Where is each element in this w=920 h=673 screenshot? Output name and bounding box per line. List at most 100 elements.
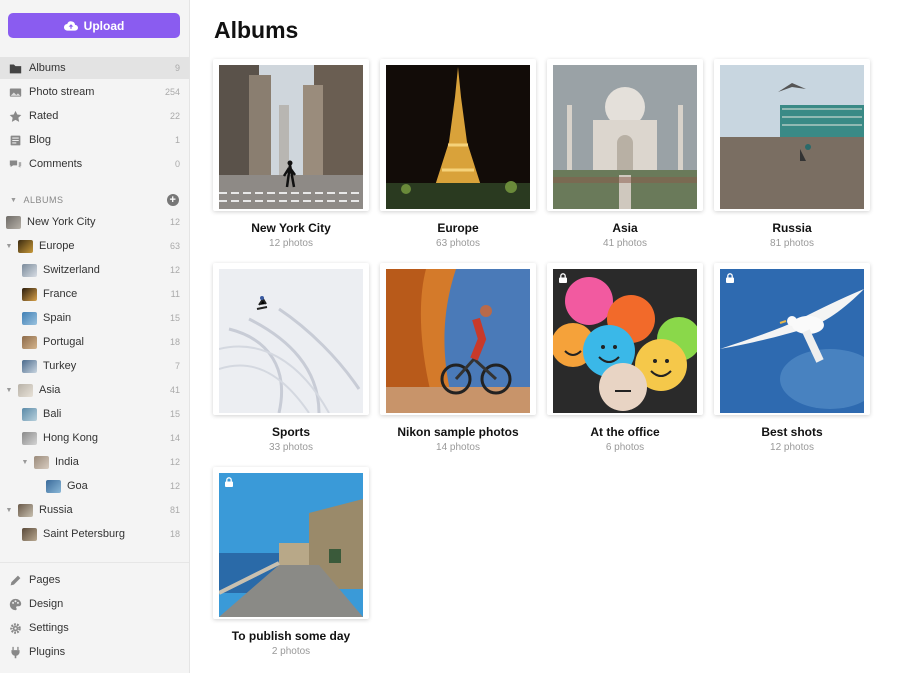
tree-item-goa[interactable]: Goa 12 xyxy=(0,475,189,497)
nav-item-photo-stream[interactable]: Photo stream 254 xyxy=(0,81,189,103)
album-photo-count: 63 photos xyxy=(436,238,480,249)
coastal-fortress-photo xyxy=(219,473,363,617)
albums-section-header[interactable]: ▼ ALBUMS + xyxy=(0,192,189,208)
album-name[interactable]: To publish some day xyxy=(213,629,369,643)
tree-count: 14 xyxy=(169,433,180,443)
upload-button[interactable]: Upload xyxy=(8,13,180,38)
album-name[interactable]: Sports xyxy=(213,425,369,439)
nav-item-settings[interactable]: Settings xyxy=(0,617,189,639)
album-cover[interactable] xyxy=(213,467,369,619)
tree-count: 12 xyxy=(169,481,180,491)
palette-icon xyxy=(8,597,22,611)
album-name[interactable]: Asia xyxy=(547,221,703,235)
smiley-balls-photo xyxy=(553,269,697,413)
gear-icon xyxy=(8,621,22,635)
nav-item-plugins[interactable]: Plugins xyxy=(0,641,189,663)
album-card-sports[interactable]: Sports 33 photos xyxy=(213,263,369,453)
album-cover[interactable] xyxy=(547,263,703,415)
tree-label: Portugal xyxy=(43,336,84,348)
album-cover[interactable] xyxy=(213,263,369,415)
eiffel-tower-photo xyxy=(386,65,530,209)
tree-count: 12 xyxy=(169,457,180,467)
tree-label: India xyxy=(55,456,79,468)
album-name[interactable]: New York City xyxy=(213,221,369,235)
album-cover[interactable] xyxy=(213,59,369,211)
album-thumbnail xyxy=(22,287,37,301)
album-thumbnail xyxy=(6,215,21,229)
nav-item-rated[interactable]: Rated 22 xyxy=(0,105,189,127)
album-thumbnail xyxy=(22,431,37,445)
caret-down-icon[interactable]: ▼ xyxy=(4,507,14,514)
new-york-street-photo xyxy=(219,65,363,209)
caret-down-icon[interactable]: ▼ xyxy=(4,243,14,250)
tree-item-asia[interactable]: ▼ Asia 41 xyxy=(0,379,189,401)
album-card-to-publish-some-day[interactable]: To publish some day 2 photos xyxy=(213,467,369,657)
tree-item-spain[interactable]: Spain 15 xyxy=(0,307,189,329)
tree-label: Spain xyxy=(43,312,72,324)
caret-down-icon: ▼ xyxy=(10,196,18,204)
lock-icon xyxy=(559,273,567,283)
upload-label: Upload xyxy=(83,18,125,33)
tree-item-new-york-city[interactable]: New York City 12 xyxy=(0,211,189,233)
album-card-russia[interactable]: Russia 81 photos xyxy=(714,59,870,249)
album-name[interactable]: At the office xyxy=(547,425,703,439)
mountain-biker-photo xyxy=(386,269,530,413)
tree-item-hong-kong[interactable]: Hong Kong 14 xyxy=(0,427,189,449)
album-cover[interactable] xyxy=(380,59,536,211)
tree-item-portugal[interactable]: Portugal 18 xyxy=(0,331,189,353)
nav-item-design[interactable]: Design xyxy=(0,593,189,615)
tree-item-india[interactable]: ▼ India 12 xyxy=(0,451,189,473)
tree-label: Bali xyxy=(43,408,62,420)
caret-down-icon[interactable]: ▼ xyxy=(4,387,14,394)
album-cover[interactable] xyxy=(547,59,703,211)
add-album-icon[interactable]: + xyxy=(167,194,179,206)
tree-count: 18 xyxy=(169,337,180,347)
album-cover[interactable] xyxy=(714,263,870,415)
album-card-at-the-office[interactable]: At the office 6 photos xyxy=(547,263,703,453)
album-name[interactable]: Russia xyxy=(714,221,870,235)
album-thumbnail xyxy=(46,479,61,493)
album-card-asia[interactable]: Asia 41 photos xyxy=(547,59,703,249)
album-name[interactable]: Nikon sample photos xyxy=(380,425,536,439)
tree-label: Russia xyxy=(39,504,73,516)
caret-down-icon[interactable]: ▼ xyxy=(20,459,30,466)
album-cover[interactable] xyxy=(380,263,536,415)
nav-label: Comments xyxy=(29,158,83,170)
sidebar-divider xyxy=(0,562,189,563)
album-name[interactable]: Europe xyxy=(380,221,536,235)
nav-count: 9 xyxy=(174,63,180,73)
nav-item-blog[interactable]: Blog 1 xyxy=(0,129,189,151)
albums-heading: ALBUMS xyxy=(23,195,64,205)
album-card-nikon-sample-photos[interactable]: Nikon sample photos 14 photos xyxy=(380,263,536,453)
album-thumbnail xyxy=(18,239,33,253)
lock-icon xyxy=(726,273,734,283)
tree-label: Turkey xyxy=(43,360,77,372)
blog-icon xyxy=(8,133,22,147)
tree-count: 63 xyxy=(169,241,180,251)
album-thumbnail xyxy=(22,263,37,277)
tree-count: 12 xyxy=(169,265,180,275)
nav-item-comments[interactable]: Comments 0 xyxy=(0,153,189,175)
tree-item-bali[interactable]: Bali 15 xyxy=(0,403,189,425)
album-name[interactable]: Best shots xyxy=(714,425,870,439)
tree-count: 11 xyxy=(170,289,180,299)
tree-item-france[interactable]: France 11 xyxy=(0,283,189,305)
tree-item-turkey[interactable]: Turkey 7 xyxy=(0,355,189,377)
album-photo-count: 2 photos xyxy=(271,646,311,657)
tree-item-europe[interactable]: ▼ Europe 63 xyxy=(0,235,189,257)
tree-count: 81 xyxy=(169,505,180,515)
album-card-new-york-city[interactable]: New York City 12 photos xyxy=(213,59,369,249)
album-photo-count: 12 photos xyxy=(269,238,313,249)
album-cover[interactable] xyxy=(714,59,870,211)
nav-item-pages[interactable]: Pages xyxy=(0,569,189,591)
album-card-best-shots[interactable]: Best shots 12 photos xyxy=(714,263,870,453)
tree-label: Hong Kong xyxy=(43,432,99,444)
tree-item-switzerland[interactable]: Switzerland 12 xyxy=(0,259,189,281)
nav-item-albums[interactable]: Albums 9 xyxy=(0,57,189,79)
album-thumbnail xyxy=(18,383,33,397)
album-thumbnail xyxy=(22,407,37,421)
album-photo-count: 33 photos xyxy=(269,442,313,453)
nav-label: Albums xyxy=(29,62,66,74)
album-card-europe[interactable]: Europe 63 photos xyxy=(380,59,536,249)
tree-item-russia[interactable]: ▼ Russia 81 xyxy=(0,499,189,521)
